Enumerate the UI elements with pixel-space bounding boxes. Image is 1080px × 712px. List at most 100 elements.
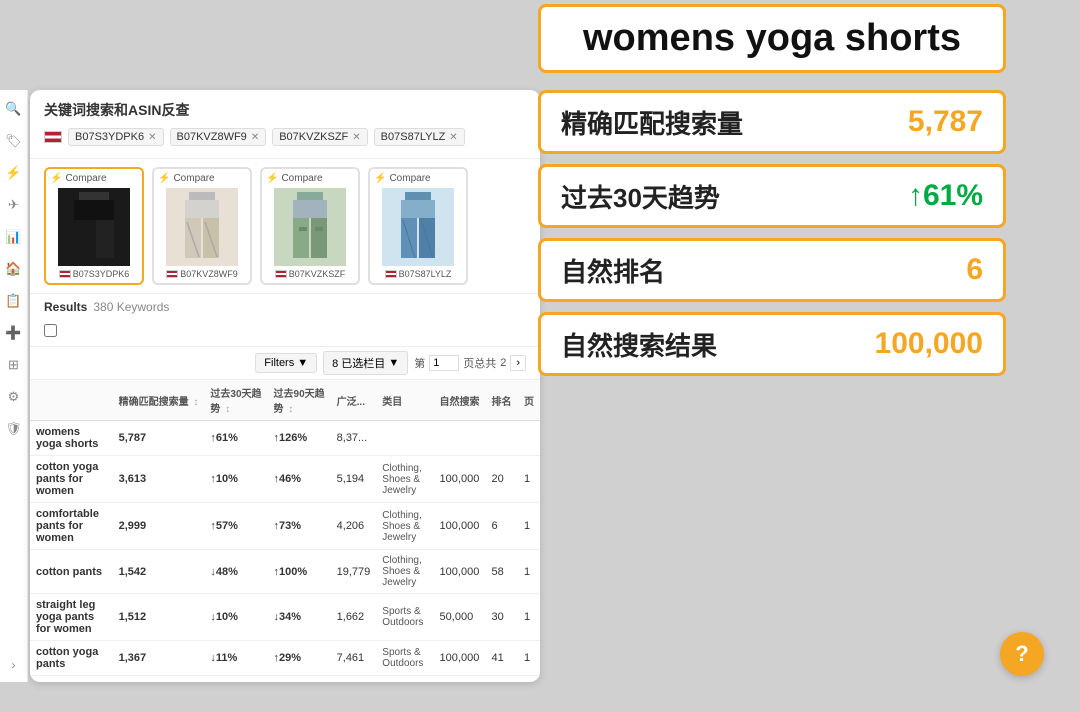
- table-row[interactable]: capri leggings for women with pockets 1,…: [30, 676, 540, 681]
- table-controls: Filters ▼ 8 已选栏目 ▼ 第 页总共 2 ›: [30, 347, 540, 380]
- sidebar-plus-icon[interactable]: ➕: [5, 324, 23, 342]
- table-header-row: 精确匹配搜索量 ↕ 过去30天趋势 ↕ 过去90天趋势 ↕ 广泛... 类目 自…: [30, 380, 540, 421]
- filters-dropdown-icon: ▼: [297, 357, 308, 369]
- exact-match-value: 5,787: [908, 105, 983, 139]
- next-page-btn[interactable]: ›: [510, 355, 526, 371]
- product-asin-3: B07KVZKSZF: [266, 269, 354, 279]
- table-row[interactable]: cotton yoga pants 1,367 ↓11% ↑29% 7,461 …: [30, 641, 540, 676]
- organic-results-cell: 50,000: [434, 594, 486, 641]
- asin-tag-3-close[interactable]: ✕: [352, 132, 360, 143]
- compare-btn-4[interactable]: ⚡ Compare: [374, 173, 462, 184]
- exact-search-cell: 2,999: [113, 503, 205, 550]
- th-exact-search[interactable]: 精确匹配搜索量 ↕: [113, 380, 205, 421]
- asin-tag-2-close[interactable]: ✕: [251, 132, 259, 143]
- th-trend-90[interactable]: 过去90天趋势 ↕: [268, 380, 331, 421]
- asin-tag-2-text: B07KVZ8WF9: [177, 131, 247, 143]
- keyword-table-scroll[interactable]: 精确匹配搜索量 ↕ 过去30天趋势 ↕ 过去90天趋势 ↕ 广泛... 类目 自…: [30, 380, 540, 680]
- keyword-cell: cotton pants: [30, 550, 113, 594]
- organic-results-label: 自然搜索结果: [561, 326, 717, 363]
- table-row[interactable]: straight leg yoga pants for women 1,512 …: [30, 594, 540, 641]
- sidebar-home-icon[interactable]: 🏠: [5, 260, 23, 278]
- trend90-cell: ↑29%: [268, 641, 331, 676]
- broad-cell: 7,461: [331, 641, 377, 676]
- table-row[interactable]: cotton pants 1,542 ↓48% ↑100% 19,779 Clo…: [30, 550, 540, 594]
- asin-tag-2[interactable]: B07KVZ8WF9 ✕: [170, 128, 267, 146]
- table-row[interactable]: cotton yoga pants for women 3,613 ↑10% ↑…: [30, 456, 540, 503]
- sidebar-gear-icon[interactable]: ⚙: [5, 388, 23, 406]
- compare-btn-1[interactable]: ⚡ Compare: [50, 173, 138, 184]
- broad-cell: 1,662: [331, 594, 377, 641]
- asin-tag-1[interactable]: B07S3YDPK6 ✕: [68, 128, 164, 146]
- filters-button[interactable]: Filters ▼: [255, 353, 317, 373]
- sidebar-shield-icon[interactable]: 🛡: [5, 420, 23, 438]
- sidebar-grid-icon[interactable]: ⊞: [5, 356, 23, 374]
- panel-header: 关键词搜索和ASIN反查 B07S3YDPK6 ✕ B07KVZ8WF9 ✕ B…: [30, 90, 540, 159]
- product-card-1[interactable]: ⚡ Compare B07S3YDPK6: [44, 167, 144, 285]
- results-header: Results 380 Keywords: [30, 293, 540, 320]
- th-trend-30[interactable]: 过去30天趋势 ↕: [204, 380, 267, 421]
- sidebar-tag-icon[interactable]: 🏷: [5, 132, 23, 150]
- sidebar-expand-btn[interactable]: ›: [12, 658, 16, 672]
- product-cards-row: ⚡ Compare B07S3YDPK6 ⚡ Compare: [30, 159, 540, 293]
- compare-label-4: Compare: [389, 173, 430, 184]
- asin-tag-1-close[interactable]: ✕: [148, 132, 156, 143]
- sidebar-send-icon[interactable]: ✈: [5, 196, 23, 214]
- page-cell: 1: [518, 550, 540, 594]
- sidebar-lightning-icon[interactable]: ⚡: [5, 164, 23, 182]
- trend90-cell: ↑73%: [268, 503, 331, 550]
- sidebar-search-icon[interactable]: 🔍: [5, 100, 23, 118]
- page-total-label: 页总共: [463, 355, 496, 371]
- compare-icon-3: ⚡: [266, 173, 278, 184]
- sidebar-chart-icon[interactable]: 📊: [5, 228, 23, 246]
- broad-cell: 4,206: [331, 503, 377, 550]
- sidebar-list-icon[interactable]: 📋: [5, 292, 23, 310]
- product-image-3: [274, 188, 346, 266]
- select-all-checkbox[interactable]: [44, 324, 57, 337]
- columns-dropdown-icon: ▼: [388, 357, 399, 369]
- help-button[interactable]: ?: [1000, 632, 1044, 676]
- asin-filters: B07S3YDPK6 ✕ B07KVZ8WF9 ✕ B07KVZKSZF ✕ B…: [44, 128, 526, 146]
- asin-tag-4[interactable]: B07S87LYLZ ✕: [374, 128, 465, 146]
- asin-tag-4-close[interactable]: ✕: [449, 132, 457, 143]
- table-row[interactable]: comfortable pants for women 2,999 ↑57% ↑…: [30, 503, 540, 550]
- trend90-cell: ↑100%: [268, 550, 331, 594]
- product-card-4[interactable]: ⚡ Compare B07S87LYLZ: [368, 167, 468, 285]
- compare-btn-3[interactable]: ⚡ Compare: [266, 173, 354, 184]
- page-cell: 1: [518, 456, 540, 503]
- keyword-cell: straight leg yoga pants for women: [30, 594, 113, 641]
- exact-match-label: 精确匹配搜索量: [561, 104, 743, 141]
- organic-results-cell: 100,000: [434, 503, 486, 550]
- organic-results-cell: 100,000: [434, 456, 486, 503]
- compare-label-1: Compare: [65, 173, 106, 184]
- product-asin-1: B07S3YDPK6: [50, 269, 138, 279]
- product-card-2[interactable]: ⚡ Compare B07KVZ8WF9: [152, 167, 252, 285]
- select-all-row: [30, 320, 540, 347]
- broad-cell: 5,194: [331, 456, 377, 503]
- keyword-cell: cotton yoga pants: [30, 641, 113, 676]
- trend30-cell: ↓10%: [204, 594, 267, 641]
- keyword-table: 精确匹配搜索量 ↕ 过去30天趋势 ↕ 过去90天趋势 ↕ 广泛... 类目 自…: [30, 380, 540, 680]
- keyword-cell: capri leggings for women with pockets: [30, 676, 113, 681]
- exact-match-stat-box: 精确匹配搜索量 5,787: [538, 90, 1006, 154]
- asin-tag-3[interactable]: B07KVZKSZF ✕: [272, 128, 367, 146]
- columns-button[interactable]: 8 已选栏目 ▼: [323, 351, 408, 375]
- th-broad[interactable]: 广泛...: [331, 380, 377, 421]
- organic-results-cell: [434, 421, 486, 456]
- flag-3: [275, 270, 287, 278]
- keyword-cell: womens yoga shorts: [30, 421, 113, 456]
- trend30-cell: ↑61%: [204, 421, 267, 456]
- flag-2: [166, 270, 178, 278]
- category-cell: Clothing, Shoes & Jewelry: [376, 503, 433, 550]
- page-input[interactable]: [429, 355, 459, 371]
- product-asin-2: B07KVZ8WF9: [158, 269, 246, 279]
- rank-cell: 30: [486, 594, 518, 641]
- compare-btn-2[interactable]: ⚡ Compare: [158, 173, 246, 184]
- rank-cell: 41: [486, 641, 518, 676]
- table-row[interactable]: womens yoga shorts 5,787 ↑61% ↑126% 8,37…: [30, 421, 540, 456]
- th-category: 类目: [376, 380, 433, 421]
- main-panel: 关键词搜索和ASIN反查 B07S3YDPK6 ✕ B07KVZ8WF9 ✕ B…: [30, 90, 540, 682]
- keyword-cell: cotton yoga pants for women: [30, 456, 113, 503]
- product-card-3[interactable]: ⚡ Compare B07KVZKSZF: [260, 167, 360, 285]
- organic-results-cell: 100,000: [434, 641, 486, 676]
- organic-results-stat-box: 自然搜索结果 100,000: [538, 312, 1006, 376]
